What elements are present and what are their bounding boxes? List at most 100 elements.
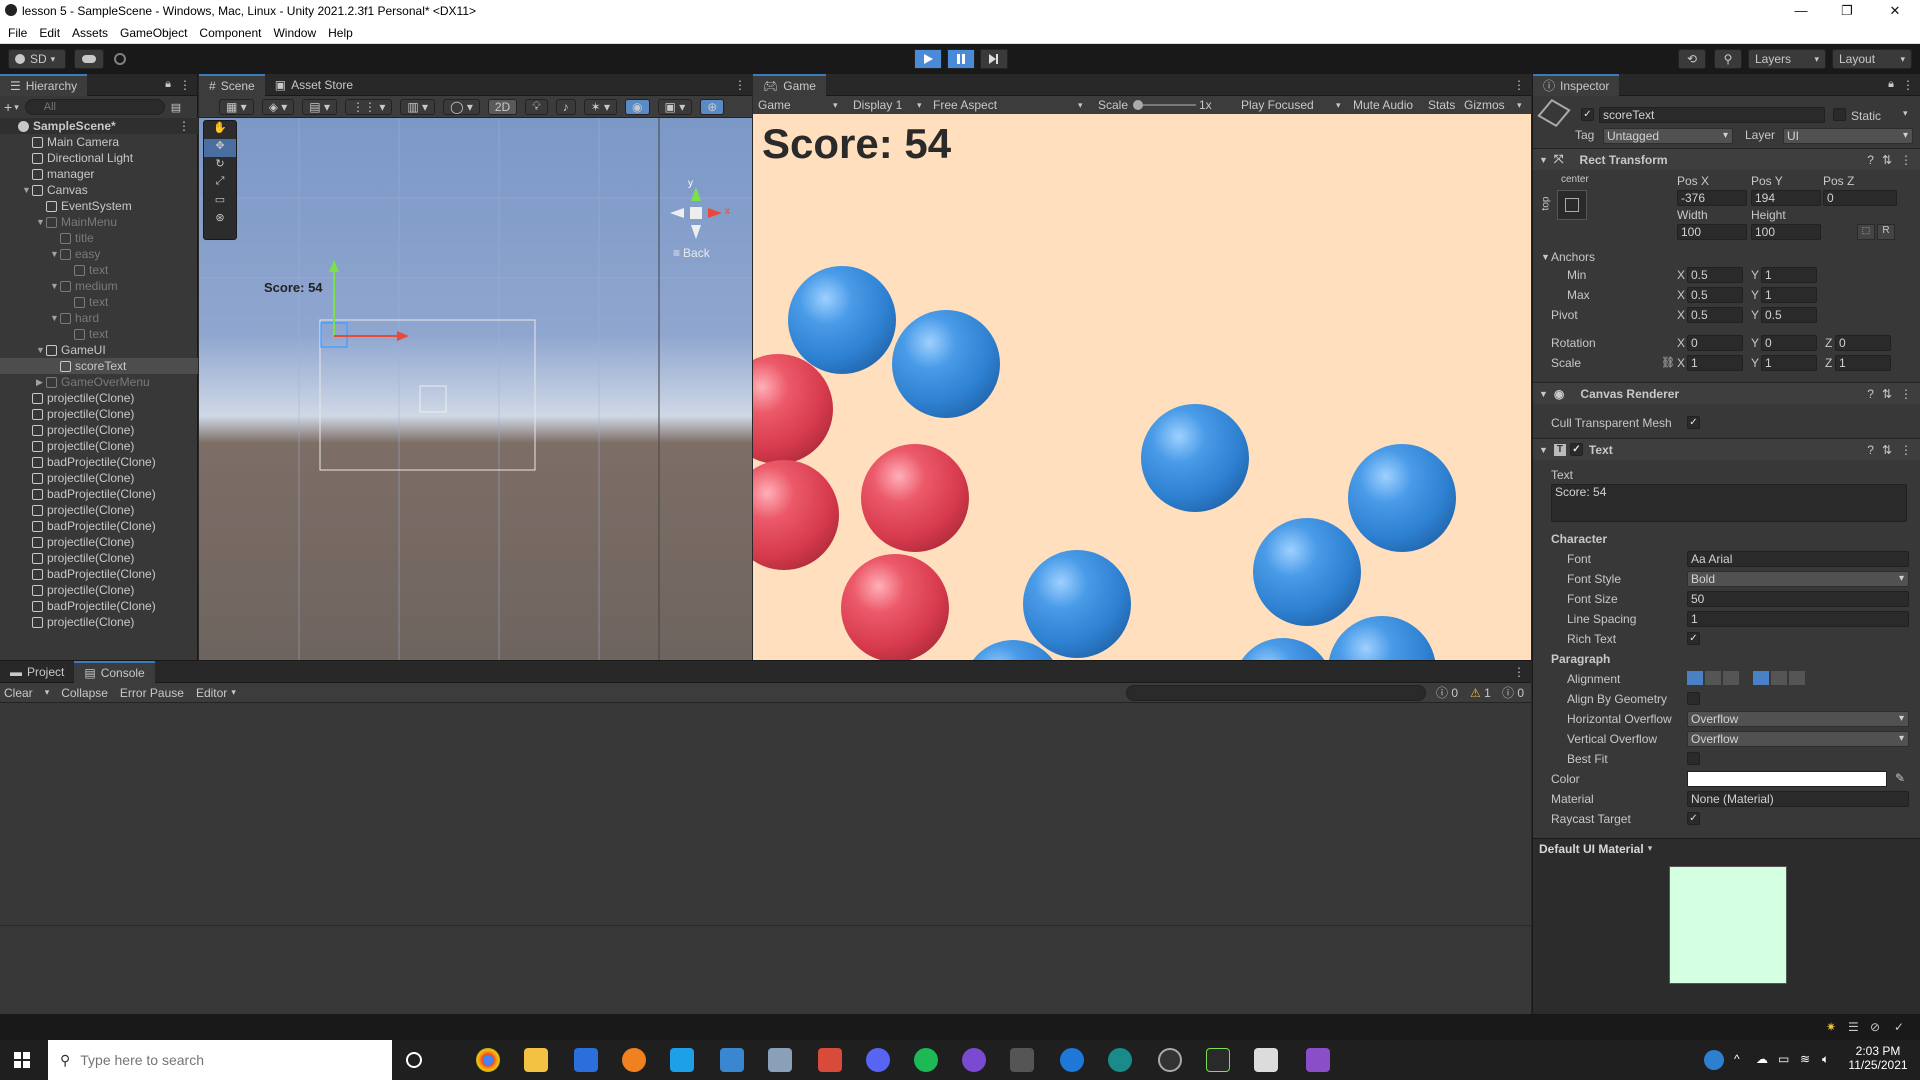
obs-icon[interactable] (1158, 1048, 1182, 1072)
component-menu-icon[interactable]: ⋮ (1900, 387, 1912, 401)
hierarchy-item[interactable]: Directional Light (0, 150, 198, 166)
align-center-icon[interactable] (1705, 671, 1721, 685)
expand-arrow-icon[interactable]: ▼ (50, 313, 60, 323)
inspector-lock-icon[interactable]: 🔒︎ (1888, 78, 1894, 91)
tab-inspector[interactable]: ⓘ Inspector (1533, 73, 1620, 96)
add-dropdown-icon[interactable]: ▾ (14, 102, 19, 113)
tab-project[interactable]: ▬ Project (0, 661, 74, 683)
scale-slider-handle[interactable] (1133, 100, 1143, 110)
display-dropdown[interactable]: Display 1 (853, 98, 902, 112)
hierarchy-item[interactable]: projectile(Clone) (0, 502, 198, 518)
back-button[interactable]: ≡ Back (673, 246, 710, 260)
paint-icon[interactable] (818, 1048, 842, 1072)
hierarchy-item[interactable]: projectile(Clone) (0, 438, 198, 454)
hierarchy-item[interactable]: projectile(Clone) (0, 390, 198, 406)
tray-chevron-icon[interactable]: ^ (1734, 1052, 1740, 1066)
menu-file[interactable]: File (8, 26, 27, 40)
aspect-dropdown[interactable]: Free Aspect (933, 98, 997, 112)
spotify-icon[interactable] (914, 1048, 938, 1072)
inspector-more-icon[interactable]: ⋮ (1902, 78, 1914, 92)
game-mode-dropdown[interactable]: Game (758, 98, 791, 112)
align-bottom-icon[interactable] (1789, 671, 1805, 685)
scale-slider[interactable] (1136, 104, 1196, 106)
wifi-icon[interactable]: ≋ (1800, 1052, 1810, 1066)
cloud-button[interactable] (74, 49, 104, 69)
windows-start-icon[interactable] (14, 1052, 30, 1068)
clear-button[interactable]: Clear (4, 686, 33, 700)
filter-icon[interactable]: ▤ (171, 101, 181, 114)
rotation-y-field[interactable]: 0 (1761, 335, 1817, 351)
blender-icon[interactable] (622, 1048, 646, 1072)
progress-icon[interactable]: ⊘ (1870, 1020, 1880, 1034)
align-right-icon[interactable] (1723, 671, 1739, 685)
network-device-icon[interactable]: ▭ (1778, 1052, 1789, 1066)
render-mode-button[interactable]: ◯ ▾ (443, 98, 480, 115)
scene-more-icon[interactable]: ⋮ (734, 78, 746, 92)
lighting-button[interactable]: 💡︎ (525, 98, 548, 115)
clear-dropdown-icon[interactable]: ▾ (45, 687, 50, 698)
material-field[interactable]: None (Material) (1687, 791, 1909, 807)
pivot-x-field[interactable]: 0.5 (1687, 307, 1743, 323)
collapse-arrow-icon[interactable]: ▶ (36, 377, 46, 388)
hierarchy-item[interactable]: badProjectile(Clone) (0, 566, 198, 582)
align-geometry-checkbox[interactable] (1687, 692, 1700, 705)
hierarchy-item[interactable]: projectile(Clone) (0, 582, 198, 598)
help-icon[interactable]: ? (1867, 443, 1874, 457)
console-more-icon[interactable]: ⋮ (1513, 665, 1525, 679)
hierarchy-scene-row[interactable]: SampleScene* ⋮ (0, 118, 198, 134)
unity-taskbar-icon[interactable] (1254, 1048, 1278, 1072)
mute-audio-button[interactable]: Mute Audio (1353, 98, 1413, 112)
expand-arrow-icon[interactable]: ▼ (22, 185, 32, 195)
grid-button[interactable]: ▤ ▾ (302, 98, 337, 115)
static-checkbox[interactable] (1833, 108, 1846, 121)
app-icon[interactable] (768, 1048, 792, 1072)
expand-arrow-icon[interactable]: ▼ (36, 217, 46, 227)
color-swatch[interactable] (1687, 771, 1887, 787)
hierarchy-item[interactable]: projectile(Clone) (0, 470, 198, 486)
obs-like-icon[interactable] (962, 1048, 986, 1072)
blueprint-button[interactable]: ⬚ (1857, 224, 1875, 240)
add-icon[interactable]: + (4, 99, 12, 115)
tab-console[interactable]: ▤ Console (74, 660, 155, 683)
scale-tool-icon[interactable]: ⤢ (204, 175, 236, 193)
tab-asset-store[interactable]: ▣ Asset Store (265, 74, 363, 96)
hierarchy-item[interactable]: text (0, 262, 198, 278)
best-fit-checkbox[interactable] (1687, 752, 1700, 765)
menu-help[interactable]: Help (328, 26, 353, 40)
preset-icon[interactable]: ⇅ (1882, 443, 1892, 457)
visibility-button[interactable]: ◉ (625, 98, 650, 115)
help-tray-icon[interactable] (1704, 1050, 1724, 1070)
hierarchy-item[interactable]: ▼ GameUI (0, 342, 198, 358)
stats-button[interactable]: Stats (1428, 98, 1455, 112)
hierarchy-item[interactable]: ▼ MainMenu (0, 214, 198, 230)
clock[interactable]: 2:03 PM 11/25/2021 (1846, 1044, 1910, 1072)
rotate-tool-icon[interactable]: ↻ (204, 157, 236, 175)
menu-edit[interactable]: Edit (39, 26, 60, 40)
word-icon[interactable] (1060, 1048, 1084, 1072)
tab-scene[interactable]: # Scene (199, 73, 265, 96)
volume-icon[interactable]: 🔈︎ (1822, 1052, 1829, 1067)
eyedropper-icon[interactable]: ✎ (1895, 771, 1905, 785)
menu-component[interactable]: Component (199, 26, 261, 40)
visual-studio-icon[interactable] (1306, 1048, 1330, 1072)
hierarchy-item[interactable]: scoreText (0, 358, 198, 374)
hierarchy-item[interactable]: title (0, 230, 198, 246)
hierarchy-item[interactable]: projectile(Clone) (0, 422, 198, 438)
snap-button[interactable]: ⋮⋮ ▾ (345, 98, 393, 115)
game-viewport[interactable]: Score: 54 (753, 114, 1531, 660)
align-middle-icon[interactable] (1771, 671, 1787, 685)
shading-button[interactable]: ◈ ▾ (261, 98, 295, 115)
gizmos-button[interactable]: Gizmos (1464, 98, 1505, 112)
error-pause-button[interactable]: Error Pause (120, 686, 184, 700)
collapse-button[interactable]: Collapse (61, 686, 108, 700)
hierarchy-item[interactable]: Main Camera (0, 134, 198, 150)
debug-icon[interactable]: ✷ (1826, 1020, 1836, 1034)
horizontal-overflow-dropdown[interactable]: Overflow (1687, 711, 1909, 727)
hierarchy-item[interactable]: ▼ hard (0, 310, 198, 326)
hierarchy-item[interactable]: projectile(Clone) (0, 614, 198, 630)
minimize-button[interactable]: — (1778, 0, 1824, 22)
game-more-icon[interactable]: ⋮ (1513, 78, 1525, 92)
canvas-renderer-header[interactable]: ▼ ◉ Canvas Renderer ? ⇅ ⋮ (1533, 382, 1920, 404)
close-button[interactable]: ✕ (1872, 0, 1918, 22)
component-menu-icon[interactable]: ⋮ (1900, 153, 1912, 167)
